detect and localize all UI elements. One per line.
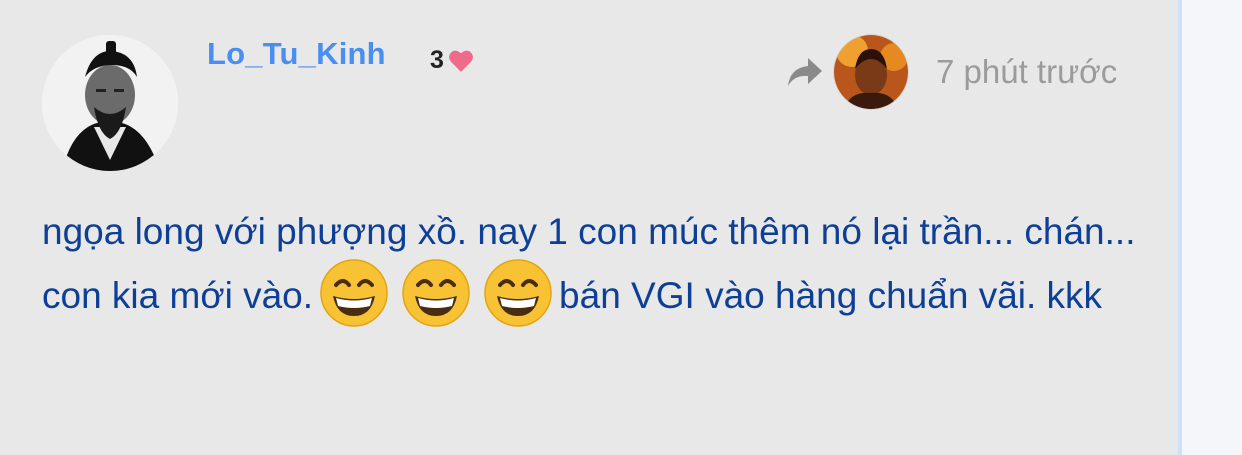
- heart-icon: [448, 50, 473, 72]
- message-text-part2: bán VGI vào hàng chuẩn vãi. kkk: [559, 274, 1103, 316]
- author-username[interactable]: Lo_Tu_Kinh: [207, 36, 386, 72]
- comment-card: Lo_Tu_Kinh 3 7 phút trước ngọa long với …: [0, 0, 1178, 455]
- shared-user-avatar[interactable]: [834, 35, 908, 109]
- author-avatar[interactable]: [42, 35, 178, 171]
- likes-count: 3: [430, 46, 444, 74]
- grinning-face-emoji: [402, 259, 470, 327]
- grinning-face-emoji: [484, 259, 552, 327]
- post-timestamp: 7 phút trước: [936, 53, 1118, 90]
- page-margin: [1182, 0, 1242, 455]
- grinning-face-emoji: [320, 259, 388, 327]
- likes-indicator: 3: [430, 46, 474, 75]
- share-icon[interactable]: [786, 56, 824, 88]
- comment-message: ngọa long với phượng xồ. nay 1 con múc t…: [42, 200, 1157, 333]
